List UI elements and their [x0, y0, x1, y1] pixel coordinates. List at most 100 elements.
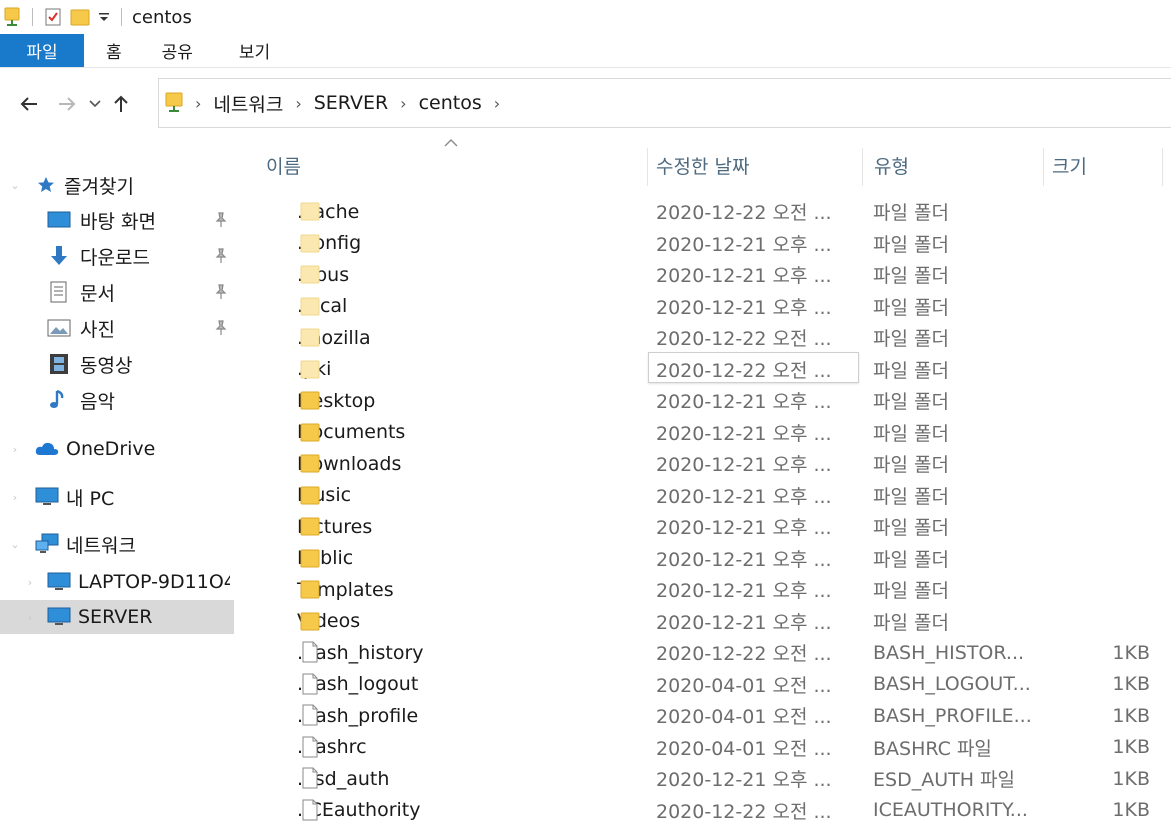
column-header-size[interactable]: 크기: [1052, 142, 1162, 188]
table-row[interactable]: .bash_profile 2020-04-01 오전 ... BASH_PROFI…: [240, 700, 1171, 732]
file-date: 2020-12-21 오후 ...: [656, 517, 832, 540]
column-divider[interactable]: [647, 148, 648, 186]
table-row[interactable]: Desktop 2020-12-21 오후 ... 파일 폴더: [240, 385, 1171, 417]
column-header-type[interactable]: 유형: [874, 142, 1042, 188]
file-name-cell: Templates: [270, 574, 640, 606]
breadcrumb-server[interactable]: SERVER: [314, 92, 388, 114]
nav-downloads[interactable]: 다운로드: [0, 239, 234, 273]
breadcrumb-network[interactable]: 네트워크: [213, 90, 283, 117]
nav-this-pc[interactable]: › 내 PC: [0, 480, 234, 514]
table-row[interactable]: Documents 2020-12-21 오후 ... 파일 폴더: [240, 417, 1171, 449]
chevron-right-icon[interactable]: ›: [400, 94, 406, 113]
file-size: 1KB: [1112, 767, 1150, 790]
folder-icon: [300, 612, 320, 630]
chevron-right-icon[interactable]: ›: [494, 94, 500, 113]
breadcrumb-centos[interactable]: centos: [419, 92, 482, 114]
chevron-right-icon[interactable]: ›: [195, 94, 201, 113]
tab-view[interactable]: 보기: [219, 34, 290, 67]
window-title: centos: [132, 6, 192, 28]
chevron-down-icon[interactable]: ⌄: [10, 179, 20, 192]
table-row[interactable]: Music 2020-12-21 오후 ... 파일 폴더: [240, 480, 1171, 512]
recent-locations-button[interactable]: [84, 87, 106, 121]
up-button[interactable]: [106, 87, 136, 121]
properties-icon[interactable]: [41, 0, 65, 34]
nav-quick-access[interactable]: ⌄ 즐겨찾기: [0, 168, 234, 202]
computer-icon: [35, 487, 59, 505]
file-type: 파일 폴더: [873, 359, 949, 382]
pin-icon[interactable]: [214, 284, 228, 300]
file-size: [1046, 385, 1150, 417]
navigation-bar: › 네트워크 › SERVER › centos ›: [0, 68, 1171, 140]
table-row[interactable]: .dbus 2020-12-21 오후 ... 파일 폴더: [240, 259, 1171, 291]
column-divider[interactable]: [1043, 148, 1044, 186]
nav-music[interactable]: 음악: [0, 383, 234, 417]
table-row[interactable]: .bashrc 2020-04-01 오전 ... BASHRC 파일 1KB: [240, 732, 1171, 764]
file-size: [1046, 543, 1150, 575]
address-bar[interactable]: › 네트워크 › SERVER › centos ›: [158, 78, 1171, 128]
column-divider[interactable]: [862, 148, 863, 186]
file-type: 파일 폴더: [873, 328, 949, 351]
customize-toolbar-icon[interactable]: [95, 0, 113, 34]
tab-share[interactable]: 공유: [142, 34, 219, 67]
file-type: BASH_LOGOUT...: [873, 673, 1031, 696]
table-row[interactable]: Pictures 2020-12-21 오후 ... 파일 폴더: [240, 511, 1171, 543]
chevron-right-icon[interactable]: ›: [295, 94, 301, 113]
table-row[interactable]: .mozilla 2020-12-22 오전 ... 파일 폴더: [240, 322, 1171, 354]
file-icon: [302, 673, 318, 694]
table-row[interactable]: .cache 2020-12-22 오전 ... 파일 폴더: [240, 196, 1171, 228]
nav-onedrive[interactable]: › OneDrive: [0, 432, 234, 466]
file-icon: [302, 736, 318, 757]
nav-pictures[interactable]: 사진: [0, 311, 234, 345]
music-note-icon: [50, 389, 64, 408]
table-row[interactable]: Videos 2020-12-21 오후 ... 파일 폴더: [240, 606, 1171, 638]
nav-network-server[interactable]: › SERVER: [0, 600, 234, 634]
chevron-right-icon[interactable]: ›: [25, 611, 35, 624]
nav-label: OneDrive: [66, 438, 156, 460]
file-type: BASHRC 파일: [873, 737, 992, 760]
file-name-cell: .bash_history: [270, 637, 640, 669]
table-row[interactable]: .esd_auth 2020-12-21 오후 ... ESD_AUTH 파일 1KB: [240, 763, 1171, 795]
chevron-right-icon[interactable]: ›: [10, 491, 20, 504]
nav-network[interactable]: ⌄ 네트워크: [0, 527, 234, 561]
table-row[interactable]: .ICEauthority 2020-12-22 오전 ... ICEAUTHORI…: [240, 795, 1171, 824]
tab-file[interactable]: 파일: [0, 34, 84, 67]
arrow-right-icon: [59, 97, 76, 111]
file-type: 파일 폴더: [873, 202, 949, 225]
computer-icon: [47, 572, 71, 590]
nav-documents[interactable]: 문서: [0, 275, 234, 309]
folder-icon: [300, 549, 320, 567]
table-row[interactable]: .bash_logout 2020-04-01 오전 ... BASH_LOGOUT…: [240, 669, 1171, 701]
forward-button[interactable]: [50, 87, 84, 121]
table-row[interactable]: .bash_history 2020-12-22 오전 ... BASH_HISTO…: [240, 637, 1171, 669]
table-row[interactable]: .pki 2020-12-22 오전 ... 파일 폴더: [240, 354, 1171, 386]
column-header-date[interactable]: 수정한 날짜: [656, 142, 861, 188]
table-row[interactable]: Templates 2020-12-21 오후 ... 파일 폴더: [240, 574, 1171, 606]
new-folder-icon[interactable]: [65, 0, 95, 34]
toolbar-separator: [32, 8, 33, 26]
file-date: 2020-12-21 오후 ...: [656, 454, 832, 477]
nav-network-laptop[interactable]: › LAPTOP-9D11O4: [0, 565, 234, 599]
chevron-right-icon[interactable]: ›: [10, 443, 20, 456]
table-row[interactable]: Downloads 2020-12-21 오후 ... 파일 폴더: [240, 448, 1171, 480]
file-size: [1046, 291, 1150, 323]
column-header-name[interactable]: 이름: [266, 142, 646, 188]
file-name-cell: Music: [270, 480, 640, 512]
pin-icon[interactable]: [214, 248, 228, 264]
pin-icon[interactable]: [214, 212, 228, 228]
chevron-right-icon[interactable]: ›: [25, 576, 35, 589]
chevron-down-icon[interactable]: ⌄: [10, 538, 20, 551]
file-size: [1046, 322, 1150, 354]
file-date: 2020-12-21 오후 ...: [656, 296, 832, 319]
tab-home[interactable]: 홈: [84, 34, 142, 67]
file-date: 2020-12-22 오전 ...: [656, 643, 832, 666]
nav-videos[interactable]: 동영상: [0, 347, 234, 381]
file-type: ESD_AUTH 파일: [873, 769, 1015, 792]
desktop-icon: [47, 211, 71, 228]
table-row[interactable]: Public 2020-12-21 오후 ... 파일 폴더: [240, 543, 1171, 575]
table-row[interactable]: .config 2020-12-21 오후 ... 파일 폴더: [240, 228, 1171, 260]
back-button[interactable]: [12, 87, 46, 121]
column-divider[interactable]: [1162, 148, 1163, 186]
pin-icon[interactable]: [214, 320, 228, 336]
nav-desktop[interactable]: 바탕 화면: [0, 203, 234, 237]
table-row[interactable]: .local 2020-12-21 오후 ... 파일 폴더: [240, 291, 1171, 323]
